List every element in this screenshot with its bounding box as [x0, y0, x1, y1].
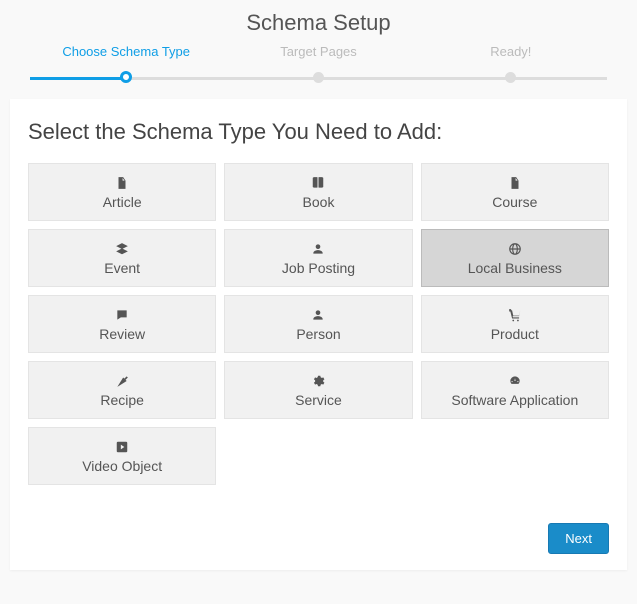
layers-icon [115, 241, 129, 257]
step-dot-3 [505, 72, 516, 83]
tile-label: Review [99, 326, 145, 342]
stepper: Choose Schema Type Target Pages Ready! [0, 44, 637, 87]
section-heading: Select the Schema Type You Need to Add: [28, 119, 609, 145]
tile-event[interactable]: Event [28, 229, 216, 287]
tile-label: Video Object [82, 458, 162, 474]
step-dot-1 [120, 71, 132, 83]
tile-label: Book [303, 194, 335, 210]
tile-label: Person [296, 326, 340, 342]
file-icon [115, 175, 129, 191]
tile-localbusiness[interactable]: Local Business [421, 229, 609, 287]
tile-recipe[interactable]: Recipe [28, 361, 216, 419]
step-choose-schema[interactable]: Choose Schema Type [30, 44, 222, 69]
next-button[interactable]: Next [548, 523, 609, 554]
tile-label: Recipe [100, 392, 144, 408]
tile-label: Event [104, 260, 140, 276]
main-card: Select the Schema Type You Need to Add: … [10, 99, 627, 570]
user-icon [311, 307, 325, 323]
cart-icon [508, 307, 522, 323]
carrot-icon [115, 373, 129, 389]
tile-label: Product [491, 326, 539, 342]
tile-label: Software Application [451, 392, 578, 408]
tile-label: Article [103, 194, 142, 210]
step-dot-2 [313, 72, 324, 83]
user-icon [311, 241, 325, 257]
tile-label: Service [295, 392, 342, 408]
step-ready[interactable]: Ready! [415, 44, 607, 69]
gear-icon [311, 373, 325, 389]
tile-service[interactable]: Service [224, 361, 412, 419]
tile-label: Course [492, 194, 537, 210]
dashboard-icon [508, 373, 522, 389]
page-title: Schema Setup [0, 0, 637, 44]
tile-jobposting[interactable]: Job Posting [224, 229, 412, 287]
step-target-pages[interactable]: Target Pages [222, 44, 414, 69]
book-icon [311, 175, 325, 191]
comment-icon [115, 307, 129, 323]
tile-label: Job Posting [282, 260, 355, 276]
tile-person[interactable]: Person [224, 295, 412, 353]
file-icon [508, 175, 522, 191]
tile-product[interactable]: Product [421, 295, 609, 353]
tile-article[interactable]: Article [28, 163, 216, 221]
tile-book[interactable]: Book [224, 163, 412, 221]
tile-label: Local Business [468, 260, 562, 276]
tile-software[interactable]: Software Application [421, 361, 609, 419]
tile-video[interactable]: Video Object [28, 427, 216, 485]
tile-course[interactable]: Course [421, 163, 609, 221]
globe-icon [508, 241, 522, 257]
schema-grid: Article Book Course Event Job Posting Local B… [28, 163, 609, 485]
play-icon [115, 439, 129, 455]
tile-review[interactable]: Review [28, 295, 216, 353]
